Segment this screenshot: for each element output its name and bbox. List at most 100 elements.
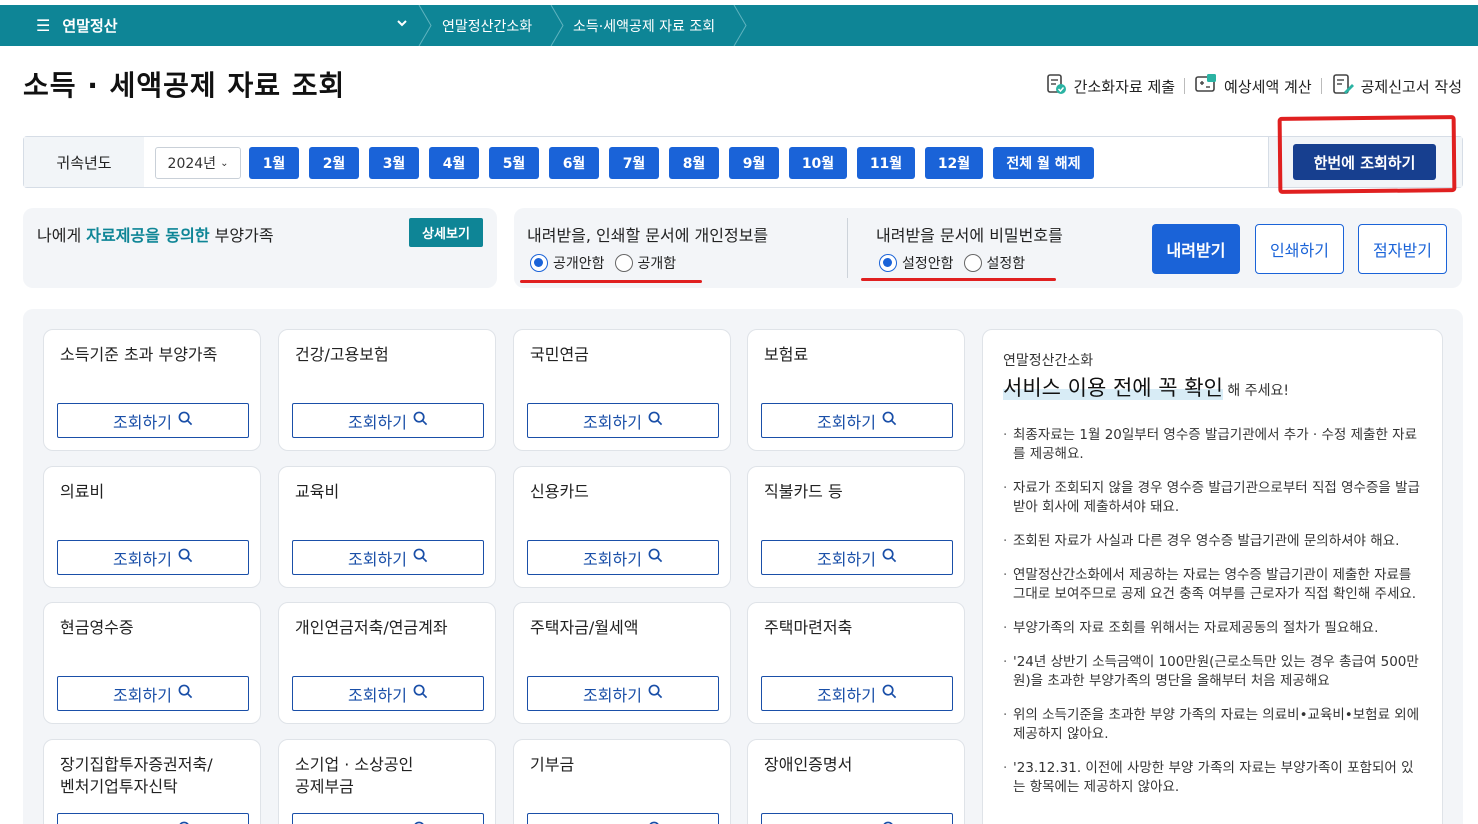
top-nav-bar: ☰ 연말정산 연말정산간소화 소득·세액공제 자료 조회 [0,4,1478,47]
month-button[interactable]: 6월 [549,147,599,179]
radio-circle-selected [530,254,548,272]
card-title: 소기업 · 소상공인 공제부금 [295,755,414,796]
submit-data-link[interactable]: 간소화자료 제출 [1044,72,1175,100]
estimate-tax-link[interactable]: 예상세액 계산 [1194,72,1312,100]
month-button[interactable]: 5월 [489,147,539,179]
search-icon [413,411,428,430]
data-card: 주택마련저축조회하기 [747,602,965,724]
password-title: 내려받을 문서에 비밀번호를 [876,226,1063,245]
menu-toggle[interactable]: ☰ 연말정산 [36,15,118,36]
year-value: 2024년 [167,156,217,172]
query-button[interactable]: 조회하기 [527,813,719,824]
query-button-label: 조회하기 [583,412,642,432]
print-button[interactable]: 인쇄하기 [1255,224,1344,274]
month-button[interactable]: 11월 [857,147,915,179]
filter-bar: 귀속년도 2024년 ⌄ 1월 2월 3월 4월 5월 6월 7월 8월 9월 … [23,136,1463,188]
card-title: 현금영수증 [60,618,134,637]
card-title: 보험료 [764,345,809,364]
query-button-label: 조회하기 [817,685,876,705]
query-button[interactable]: 조회하기 [292,813,484,824]
data-card: 의료비조회하기 [43,466,261,588]
password-radio-group: 설정안함 설정함 [879,253,1035,273]
main-content-area: 소득기준 초과 부양가족 조회하기 건강/고용보험 조회하기 국민연금 조회하기 보험료 조회… [23,309,1463,824]
search-icon [413,684,428,703]
radio-label: 설정함 [986,256,1026,272]
card-title: 주택마련저축 [764,618,853,637]
month-button[interactable]: 1월 [249,147,299,179]
chevron-down-icon[interactable] [396,17,408,33]
radio-no-password[interactable]: 설정안함 [879,253,954,273]
year-label: 귀속년도 [24,137,144,187]
breadcrumb-item-current[interactable]: 소득·세액공제 자료 조회 [573,16,715,36]
clear-months-button[interactable]: 전체 월 해제 [993,147,1094,179]
month-button[interactable]: 8월 [669,147,719,179]
query-button-label: 조회하기 [113,685,172,705]
query-button[interactable]: 조회하기 [57,813,249,824]
month-button[interactable]: 10월 [789,147,847,179]
notice-panel: 연말정산간소화 서비스 이용 전에 꼭 확인 해 주세요! 최종자료는 1월 2… [982,329,1443,824]
query-button[interactable]: 조회하기 [527,676,719,711]
notice-title-highlight: 서비스 이용 전에 꼭 확인 [1003,376,1223,400]
query-button[interactable]: 조회하기 [292,676,484,711]
notice-item: 최종자료는 1월 20일부터 영수증 발급기관에서 추가 · 수정 제출한 자료… [1003,426,1423,464]
month-button[interactable]: 7월 [609,147,659,179]
detail-button[interactable]: 상세보기 [409,218,483,247]
data-card: 보험료조회하기 [747,329,965,451]
month-button[interactable]: 3월 [369,147,419,179]
radio-disclose[interactable]: 공개함 [614,253,677,273]
month-button[interactable]: 9월 [729,147,779,179]
divider [1184,78,1186,94]
query-button[interactable]: 조회하기 [761,403,953,438]
write-form-label: 공제신고서 작성 [1360,77,1462,96]
query-button[interactable]: 조회하기 [761,813,953,824]
query-button[interactable]: 조회하기 [292,540,484,575]
card-title: 건강/고용보험 [295,345,389,364]
card-title: 교육비 [295,482,340,501]
query-button[interactable]: 조회하기 [527,403,719,438]
radio-set-password[interactable]: 설정함 [963,253,1026,273]
radio-label: 공개안함 [553,256,605,272]
query-button[interactable]: 조회하기 [292,403,484,438]
year-select[interactable]: 2024년 ⌄ [155,147,241,179]
query-button[interactable]: 조회하기 [57,676,249,711]
query-button-label: 조회하기 [817,819,876,824]
download-button[interactable]: 내려받기 [1152,224,1240,274]
query-button-label: 조회하기 [348,549,407,569]
data-card: 소기업 · 소상공인 공제부금조회하기 [278,739,496,824]
data-card: 현금영수증조회하기 [43,602,261,724]
breadcrumb-item[interactable]: 연말정산간소화 [442,16,532,36]
month-button[interactable]: 12월 [925,147,983,179]
search-icon [882,411,897,430]
search-icon [413,548,428,567]
notice-item: 조회된 자료가 사실과 다른 경우 영수증 발급기관에 문의하셔야 해요. [1003,532,1423,551]
data-card: 신용카드 조회하기 [513,466,731,588]
radio-label: 공개함 [637,256,677,272]
card-title: 국민연금 [530,345,589,364]
query-button-label: 조회하기 [583,549,642,569]
annotation-underline [520,280,702,283]
notice-subtitle: 연말정산간소화 [1003,353,1094,369]
query-button[interactable]: 조회하기 [761,676,953,711]
header-actions: 간소화자료 제출 예상세액 계산 공제신고서 작성 [1044,72,1462,100]
query-button[interactable]: 조회하기 [57,540,249,575]
query-button[interactable]: 조회하기 [57,403,249,438]
data-card: 기부금조회하기 [513,739,731,824]
breadcrumb-separator [733,4,747,47]
family-text-post: 부양가족 [209,226,274,245]
family-text-pre: 나에게 [37,226,87,245]
month-button[interactable]: 4월 [429,147,479,179]
radio-no-disclose[interactable]: 공개안함 [530,253,605,273]
query-button-label: 조회하기 [817,412,876,432]
form-edit-icon [1331,72,1355,100]
query-button[interactable]: 조회하기 [527,540,719,575]
family-text-highlight: 자료제공을 동의한 [86,226,210,245]
braille-button[interactable]: 점자받기 [1358,224,1447,274]
data-card: 주택자금/월세액 조회하기 [513,602,731,724]
write-form-link[interactable]: 공제신고서 작성 [1331,72,1462,100]
search-icon [882,548,897,567]
search-icon [648,548,663,567]
card-title: 의료비 [60,482,105,501]
query-button-label: 조회하기 [348,412,407,432]
month-button[interactable]: 2월 [309,147,359,179]
query-button[interactable]: 조회하기 [761,540,953,575]
